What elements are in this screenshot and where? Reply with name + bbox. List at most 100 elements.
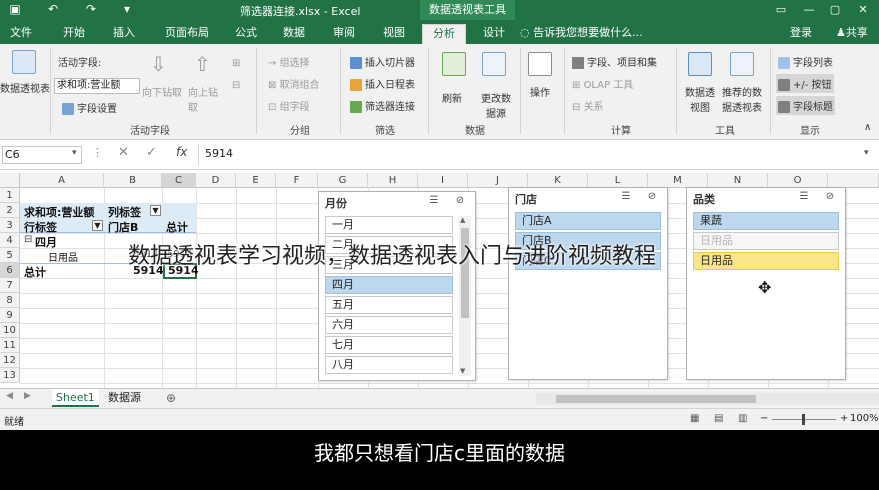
select-all-corner[interactable] (0, 173, 20, 188)
actions-icon[interactable] (528, 52, 552, 76)
column-header[interactable]: J (468, 173, 528, 188)
enter-icon[interactable]: ✓ (146, 145, 157, 160)
filter-connections-button[interactable]: 筛选器连接 (350, 98, 415, 113)
tab-file[interactable]: 文件 (2, 24, 40, 44)
column-header[interactable]: B (104, 173, 162, 188)
ungroup-button[interactable]: ⊠ 取消组合 (268, 76, 320, 91)
slicer-month-item-selected[interactable]: 四月 (325, 276, 453, 294)
slicer-category-item-hover[interactable]: 日用品 (693, 252, 839, 270)
field-headers-toggle[interactable]: 字段标题 (776, 96, 835, 115)
sign-in-link[interactable]: 登录 (790, 24, 812, 40)
fields-items-sets-button[interactable]: 字段、项目和集 (572, 54, 657, 69)
slicer-month-item[interactable]: 六月 (325, 316, 453, 334)
olap-tools-button[interactable]: ⊞ OLAP 工具 (572, 76, 633, 91)
tab-design[interactable]: 设计 (474, 24, 514, 44)
sheet-tab-data-source[interactable]: 数据源 (104, 389, 145, 407)
name-box-dropdown-icon[interactable]: ▾ (72, 148, 77, 158)
pivot-value-field-label[interactable]: 求和项:营业额 (24, 204, 94, 220)
page-layout-view-icon[interactable]: ▤ (714, 413, 723, 424)
refresh-icon[interactable] (442, 52, 466, 76)
tab-view[interactable]: 视图 (374, 24, 414, 44)
quick-access-dropdown-icon[interactable]: ▾ (120, 2, 134, 16)
tell-me-search[interactable]: ◌ 告诉我您想要做什么... (520, 24, 643, 40)
tab-page-layout[interactable]: 页面布局 (156, 24, 218, 44)
tab-formulas[interactable]: 公式 (226, 24, 266, 44)
row-header[interactable]: 7 (0, 278, 20, 293)
tab-review[interactable]: 审阅 (324, 24, 364, 44)
column-header[interactable]: F (276, 173, 318, 188)
name-box[interactable]: C6 (2, 146, 82, 164)
row-header[interactable]: 6 (0, 263, 20, 278)
row-header[interactable]: 2 (0, 203, 20, 218)
recommended-pivot-icon[interactable] (730, 52, 754, 76)
collapse-field-icon[interactable]: ⊟ (232, 80, 240, 91)
expand-field-icon[interactable]: ⊞ (232, 58, 240, 69)
slicer-store[interactable]: 门店 ☰ ⊘ 门店A 门店B 门店C (508, 187, 668, 380)
save-icon[interactable]: ▣ (8, 2, 22, 16)
pivot-row-daily-goods[interactable]: 日用品 (48, 249, 78, 264)
prev-sheet-icon[interactable]: ◀ (6, 391, 13, 401)
insert-slicer-button[interactable]: 插入切片器 (350, 54, 415, 69)
column-header[interactable]: M (648, 173, 708, 188)
worksheet-grid[interactable]: A B C D E F G H I J K L M N O 1 2 3 4 5 … (0, 170, 879, 388)
pivot-col-header-total[interactable]: 总计 (166, 219, 188, 235)
ribbon-display-icon[interactable]: ▭ (768, 0, 794, 20)
change-source-icon[interactable] (482, 52, 506, 76)
insert-function-icon[interactable]: fx (176, 145, 187, 159)
column-header[interactable]: A (20, 173, 104, 188)
slicer-month-item[interactable]: 八月 (325, 356, 453, 374)
row-filter-icon[interactable]: ▼ (92, 220, 103, 231)
pivot-chart-button[interactable]: 数据透视图 (684, 84, 716, 114)
close-button[interactable]: ✕ (850, 0, 876, 20)
tab-analyze[interactable]: 分析 (422, 24, 466, 44)
row-header[interactable]: 5 (0, 248, 20, 263)
multi-select-icon[interactable]: ☰ (427, 195, 441, 207)
pivot-chart-icon[interactable] (688, 52, 712, 76)
zoom-in-icon[interactable]: + (840, 413, 848, 424)
column-header[interactable]: G (318, 173, 368, 188)
buttons-toggle[interactable]: +/- 按钮 (776, 74, 834, 93)
clear-filter-icon[interactable]: ⊘ (453, 195, 467, 207)
row-header[interactable]: 8 (0, 293, 20, 308)
row-header[interactable]: 4 (0, 233, 20, 248)
column-header[interactable]: H (368, 173, 418, 188)
row-header[interactable]: 1 (0, 188, 20, 203)
slicer-category-item[interactable]: 果蔬 (693, 212, 839, 230)
column-header[interactable]: N (708, 173, 768, 188)
slicer-category-item[interactable]: 日用品 (693, 232, 839, 250)
cancel-icon[interactable]: ✕ (118, 145, 129, 160)
row-header[interactable]: 3 (0, 218, 20, 233)
pivot-table-icon[interactable] (12, 50, 36, 74)
pivot-col-header-store-b[interactable]: 门店B (108, 219, 138, 235)
sheet-tab-sheet1[interactable]: Sheet1 (52, 389, 99, 407)
normal-view-icon[interactable]: ▦ (690, 413, 699, 424)
zoom-slider-thumb[interactable] (802, 414, 805, 425)
pivot-row-labels[interactable]: 行标签 (24, 219, 57, 235)
column-filter-icon[interactable]: ▼ (150, 205, 161, 216)
active-field-input[interactable]: 求和项:营业额 (54, 78, 140, 94)
next-sheet-icon[interactable]: ▶ (24, 391, 31, 401)
change-source-button[interactable]: 更改数据源 (478, 90, 514, 120)
slicer-month-item[interactable]: 五月 (325, 296, 453, 314)
scrollbar-thumb[interactable] (556, 395, 756, 403)
column-header[interactable]: O (768, 173, 828, 188)
tab-data[interactable]: 数据 (274, 24, 314, 44)
share-button[interactable]: ♟共享 (836, 24, 868, 40)
field-list-button[interactable]: 字段列表 (778, 54, 833, 69)
add-sheet-icon[interactable]: ⊕ (166, 391, 176, 405)
expand-formula-icon[interactable]: ▾ (864, 148, 869, 158)
minimize-button[interactable]: — (796, 0, 822, 20)
collapse-ribbon-icon[interactable]: ∧ (864, 122, 871, 133)
insert-timeline-button[interactable]: 插入日程表 (350, 76, 415, 91)
tab-insert[interactable]: 插入 (104, 24, 144, 44)
formula-input[interactable]: 5914 (205, 147, 233, 160)
zoom-level[interactable]: 100% (850, 413, 879, 424)
pivot-table-button[interactable]: 数据透视表 (0, 80, 50, 95)
pivot-column-labels[interactable]: 列标签 (108, 204, 141, 220)
column-header[interactable]: D (196, 173, 236, 188)
slicer-month-item[interactable]: 一月 (325, 216, 453, 234)
drill-up-button[interactable]: 向上钻取 (188, 84, 218, 114)
restore-button[interactable]: ▢ (822, 0, 848, 20)
multi-select-icon[interactable]: ☰ (619, 191, 633, 203)
scroll-down-icon[interactable]: ▼ (460, 367, 465, 375)
